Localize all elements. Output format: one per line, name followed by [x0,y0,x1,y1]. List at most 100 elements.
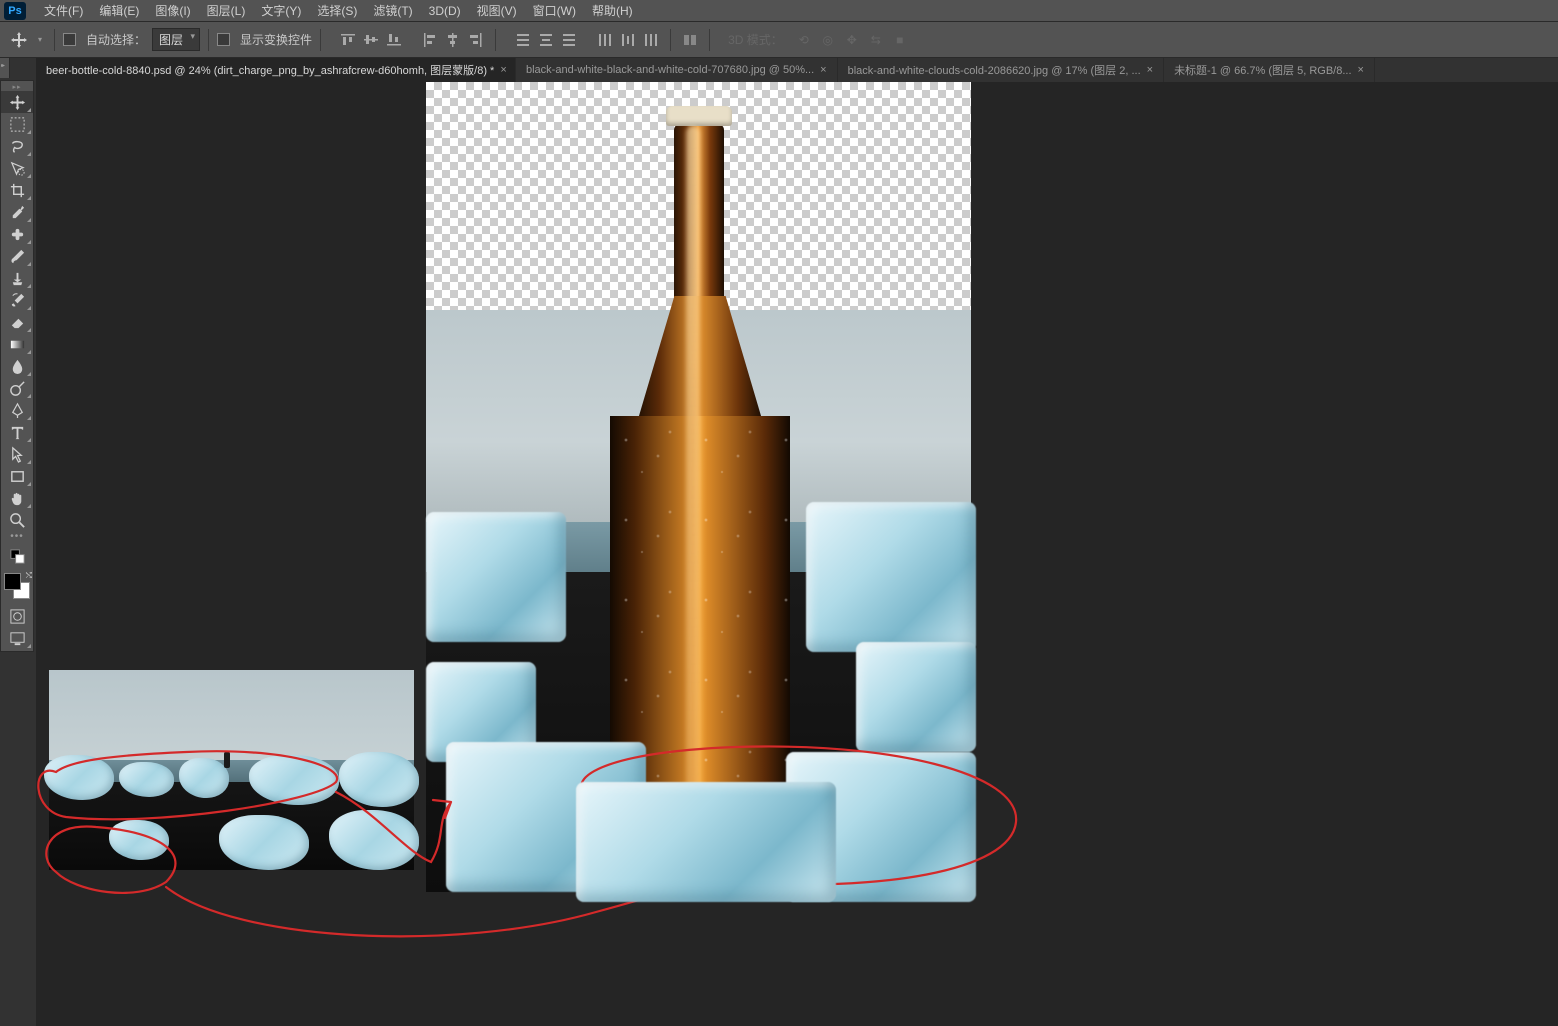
menu-edit[interactable]: 编辑(E) [91,2,147,19]
close-icon[interactable]: × [500,64,506,76]
edit-toolbar[interactable]: ••• [1,531,33,543]
menu-filter[interactable]: 滤镜(T) [365,2,420,19]
menu-file[interactable]: 文件(F) [36,2,91,19]
document-tabs: beer-bottle-cold-8840.psd @ 24% (dirt_ch… [0,58,1558,82]
menu-layer[interactable]: 图层(L) [199,2,254,19]
divider [670,29,671,51]
swap-colors-icon[interactable]: ⤭ [26,571,32,581]
path-select-tool[interactable] [1,443,33,465]
eyedropper-tool[interactable] [1,201,33,223]
document-tab[interactable]: black-and-white-clouds-cold-2086620.jpg … [838,58,1164,82]
show-transform-checkbox[interactable] [217,33,230,46]
person-silhouette [224,752,230,768]
close-icon[interactable]: × [1147,64,1153,76]
threed-pan-icon[interactable]: ✥ [843,31,861,49]
move-tool-icon [10,31,28,49]
threed-roll-icon[interactable]: ◎ [819,31,837,49]
menubar: Ps 文件(F) 编辑(E) 图像(I) 图层(L) 文字(Y) 选择(S) 滤… [0,0,1558,22]
collapsed-panel-strip[interactable] [0,58,10,78]
align-top-icon[interactable] [337,29,359,51]
foreground-color[interactable] [4,573,21,590]
align-hcenter-icon[interactable] [442,29,464,51]
menu-image[interactable]: 图像(I) [147,2,198,19]
distribute-right-icon[interactable] [640,29,662,51]
healing-brush-tool[interactable] [1,223,33,245]
ice-block [856,642,976,752]
clone-stamp-tool[interactable] [1,267,33,289]
divider [495,29,496,51]
auto-select-label: 自动选择： [86,31,146,48]
align-left-icon[interactable] [419,29,441,51]
threed-mode-label: 3D 模式： [728,31,783,48]
document-tab[interactable]: black-and-white-black-and-white-cold-707… [516,58,838,82]
marquee-tool[interactable] [1,113,33,135]
quick-select-tool[interactable] [1,157,33,179]
close-icon[interactable]: × [820,64,826,76]
panel-grip[interactable]: ▸▸ [1,83,33,91]
tab-label: black-and-white-black-and-white-cold-707… [526,64,814,76]
screen-mode-icon[interactable] [1,627,33,649]
tab-label: 未标题-1 @ 66.7% (图层 5, RGB/8... [1174,62,1351,78]
ice-block [806,502,976,652]
menu-help[interactable]: 帮助(H) [584,2,641,19]
color-swatches: ⤭ [2,571,32,601]
threed-mode-icons: ⟲ ◎ ✥ ⇆ ■ [795,31,909,49]
distribute-vertical-group [512,29,580,51]
threed-zoom-icon[interactable]: ■ [891,31,909,49]
app-logo: Ps [4,2,26,20]
canvas-area[interactable]: 飞特网 FEVTE.COM [36,82,1558,1026]
align-vcenter-icon[interactable] [360,29,382,51]
hand-tool[interactable] [1,487,33,509]
tab-label: black-and-white-clouds-cold-2086620.jpg … [848,62,1141,78]
pen-tool[interactable] [1,399,33,421]
tool-preset-dropdown[interactable]: ▾ [34,35,46,44]
close-icon[interactable]: × [1358,64,1364,76]
distribute-bottom-icon[interactable] [558,29,580,51]
threed-slide-icon[interactable]: ⇆ [867,31,885,49]
document-canvas [426,82,971,892]
show-transform-label: 显示变换控件 [240,31,312,48]
divider [208,29,209,51]
dodge-tool[interactable] [1,377,33,399]
quick-mask-icon[interactable] [1,605,33,627]
crop-tool[interactable] [1,179,33,201]
distribute-vcenter-icon[interactable] [535,29,557,51]
divider [709,29,710,51]
ice-block [426,512,566,642]
align-right-icon[interactable] [465,29,487,51]
beer-bottle [596,86,804,856]
options-bar: ▾ 自动选择： 图层 显示变换控件 3D 模式： ⟲ ◎ ✥ ⇆ ■ [0,22,1558,58]
document-tab[interactable]: beer-bottle-cold-8840.psd @ 24% (dirt_ch… [36,58,516,82]
gradient-tool[interactable] [1,333,33,355]
type-tool[interactable] [1,421,33,443]
rectangle-tool[interactable] [1,465,33,487]
menu-3d[interactable]: 3D(D) [421,4,469,18]
lasso-tool[interactable] [1,135,33,157]
brush-tool[interactable] [1,245,33,267]
ice-block [576,782,836,902]
align-bottom-icon[interactable] [383,29,405,51]
auto-select-type[interactable]: 图层 [152,28,200,51]
tools-panel: ▸▸ ••• ⤭ [0,80,34,652]
distribute-top-icon[interactable] [512,29,534,51]
threed-orbit-icon[interactable]: ⟲ [795,31,813,49]
auto-select-checkbox[interactable] [63,33,76,46]
distribute-hcenter-icon[interactable] [617,29,639,51]
divider [54,29,55,51]
align-horizontal-group [419,29,487,51]
document-tab[interactable]: 未标题-1 @ 66.7% (图层 5, RGB/8... × [1164,58,1375,82]
divider [320,29,321,51]
foreground-background-default-icon[interactable] [1,545,33,567]
move-tool[interactable] [1,91,33,113]
history-brush-tool[interactable] [1,289,33,311]
auto-align-icon[interactable] [679,29,701,51]
eraser-tool[interactable] [1,311,33,333]
zoom-tool[interactable] [1,509,33,531]
menu-select[interactable]: 选择(S) [309,2,365,19]
menu-window[interactable]: 窗口(W) [525,2,584,19]
menu-type[interactable]: 文字(Y) [253,2,309,19]
align-vertical-group [337,29,405,51]
distribute-left-icon[interactable] [594,29,616,51]
blur-tool[interactable] [1,355,33,377]
menu-view[interactable]: 视图(V) [469,2,525,19]
